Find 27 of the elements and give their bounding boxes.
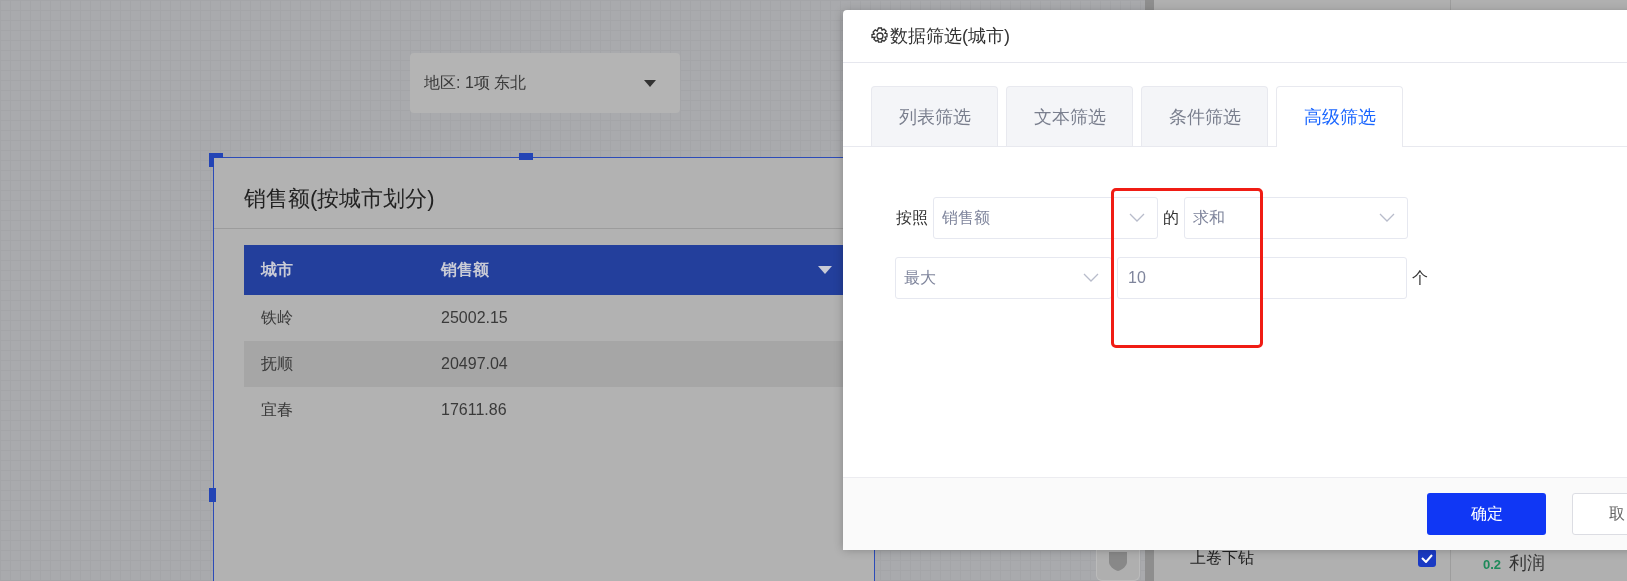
option-label: 上卷下钻 bbox=[1190, 547, 1254, 568]
confirm-button[interactable]: 确定 bbox=[1427, 493, 1546, 535]
order-select[interactable]: 最大 bbox=[895, 257, 1112, 299]
region-filter-dropdown[interactable]: 地区: 1项 东北 bbox=[410, 53, 680, 113]
filter-tab[interactable]: 列表筛选 bbox=[871, 86, 998, 146]
metric-label: 利润 bbox=[1509, 552, 1546, 575]
cancel-button[interactable]: 取 bbox=[1572, 493, 1627, 535]
table-cell: 25002.15 bbox=[424, 295, 876, 341]
table-cell: 铁岭 bbox=[244, 295, 425, 341]
field-select[interactable]: 销售额 bbox=[933, 197, 1158, 239]
card-title: 销售额(按城市划分) bbox=[244, 185, 435, 213]
column-header: 销售额 bbox=[441, 259, 490, 280]
table-cell: 宜春 bbox=[244, 387, 425, 433]
column-header: 城市 bbox=[244, 245, 425, 295]
table-cell: 17611.86 bbox=[424, 387, 876, 433]
form-label: 按照 bbox=[896, 207, 928, 228]
filter-tab[interactable]: 高级筛选 bbox=[1276, 86, 1403, 147]
form-label: 个 bbox=[1412, 267, 1428, 288]
dropdown-label: 地区: 1项 东北 bbox=[424, 72, 527, 93]
metric-value: 0.2 bbox=[1483, 557, 1502, 572]
table-cell: 抚顺 bbox=[244, 341, 425, 387]
form-label: 的 bbox=[1163, 207, 1179, 228]
filter-tab[interactable]: 文本筛选 bbox=[1006, 86, 1133, 146]
dialog-title: 数据筛选(城市) bbox=[890, 25, 1010, 48]
aggregate-select[interactable]: 求和 bbox=[1184, 197, 1408, 239]
count-input[interactable]: 10 bbox=[1117, 257, 1407, 299]
filter-tab[interactable]: 条件筛选 bbox=[1141, 86, 1268, 146]
